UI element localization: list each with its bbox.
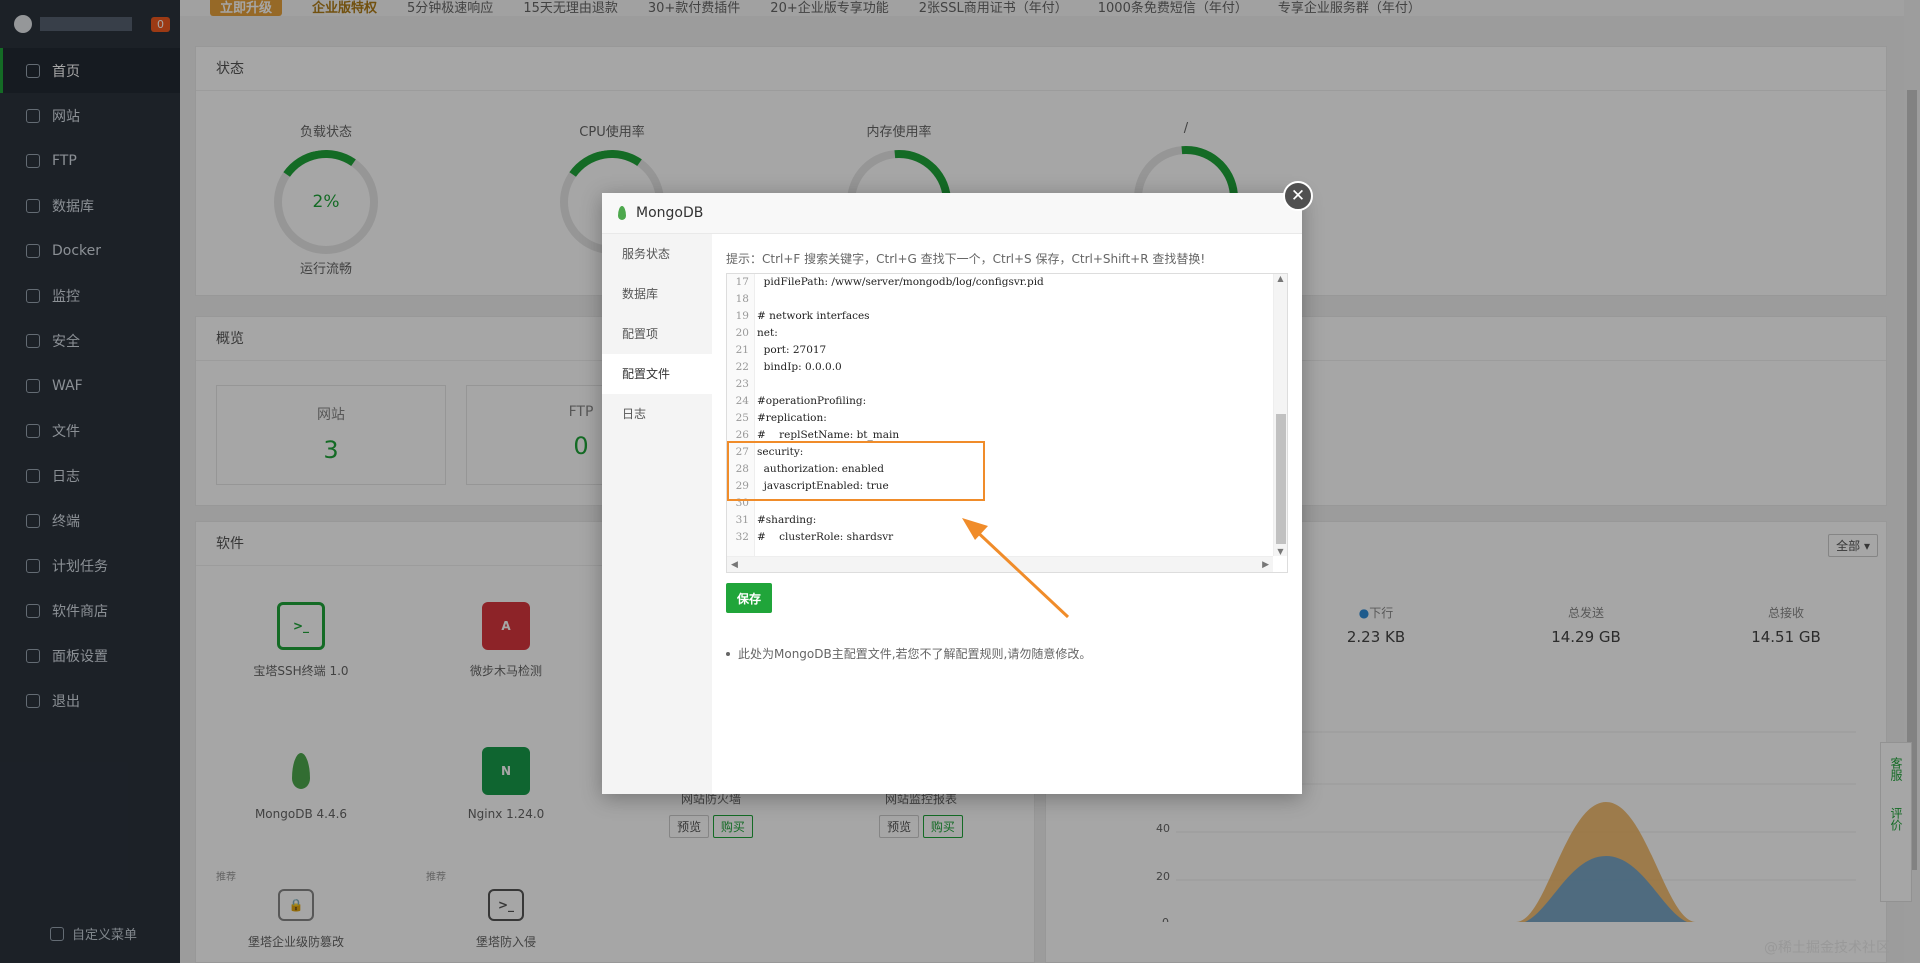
code-line[interactable]: 24 #operationProfiling:	[727, 393, 867, 410]
line-number: 31	[735, 514, 749, 526]
annotation-highlight-box	[727, 441, 985, 501]
nav-config-file[interactable]: 配置文件	[602, 354, 712, 394]
save-button[interactable]: 保存	[726, 583, 772, 613]
nav-config-items[interactable]: 配置项	[602, 314, 712, 354]
line-text: #sharding:	[757, 514, 817, 526]
line-text: # clusterRole: shardsvr	[757, 531, 894, 543]
code-line[interactable]: 18	[727, 291, 757, 308]
code-line[interactable]: 25 #replication:	[727, 410, 827, 427]
line-text: net:	[757, 327, 778, 339]
line-number: 20	[735, 327, 749, 339]
dialog-header: MongoDB	[602, 193, 1302, 234]
note-text: 此处为MongoDB主配置文件,若您不了解配置规则,请勿随意修改。	[738, 647, 1092, 661]
line-number: 22	[735, 361, 749, 373]
line-number: 23	[735, 378, 749, 390]
dialog-title: MongoDB	[636, 205, 704, 221]
nav-service-status[interactable]: 服务状态	[602, 234, 712, 274]
shortcut-tip: 提示：Ctrl+F 搜索关键字，Ctrl+G 查找下一个，Ctrl+S 保存，C…	[726, 252, 1206, 266]
editor-horizontal-scrollbar[interactable]: ◀ ▶	[727, 556, 1273, 572]
nav-database[interactable]: 数据库	[602, 274, 712, 314]
line-number: 24	[735, 395, 749, 407]
line-text: pidFilePath: /www/server/mongodb/log/con…	[757, 276, 1044, 288]
code-line[interactable]: 19 # network interfaces	[727, 308, 870, 325]
line-text: # network interfaces	[757, 310, 870, 322]
code-line[interactable]: 23	[727, 376, 757, 393]
scroll-down-icon[interactable]: ▼	[1274, 547, 1287, 556]
editor-vertical-scrollbar[interactable]: ▲ ▼	[1273, 274, 1287, 556]
line-number: 18	[735, 293, 749, 305]
code-line[interactable]: 20 net:	[727, 325, 778, 342]
mongodb-dialog: MongoDB ✕ 服务状态 数据库 配置项 配置文件 日志 提示：Ctrl+F…	[602, 181, 1313, 794]
code-line[interactable]: 31 #sharding:	[727, 512, 817, 529]
code-line[interactable]: 22 bindIp: 0.0.0.0	[727, 359, 842, 376]
mongodb-leaf-icon	[618, 206, 626, 220]
close-icon[interactable]: ✕	[1283, 181, 1313, 211]
line-number: 32	[735, 531, 749, 543]
line-number: 17	[735, 276, 749, 288]
code-line[interactable]: 17 pidFilePath: /www/server/mongodb/log/…	[727, 274, 1044, 291]
line-number: 21	[735, 344, 749, 356]
dialog-body: 提示：Ctrl+F 搜索关键字，Ctrl+G 查找下一个，Ctrl+S 保存，C…	[712, 234, 1302, 794]
line-text: #replication:	[757, 412, 827, 424]
editor-scroll-thumb[interactable]	[1276, 414, 1286, 544]
nav-logs[interactable]: 日志	[602, 394, 712, 434]
line-number: 19	[735, 310, 749, 322]
scroll-up-icon[interactable]: ▲	[1274, 274, 1287, 283]
bullet-icon	[726, 651, 730, 656]
line-number: 25	[735, 412, 749, 424]
line-text: #operationProfiling:	[757, 395, 867, 407]
watermark: @稀土掘金技术社区	[1764, 940, 1890, 956]
line-text: port: 27017	[757, 344, 827, 356]
config-note: 此处为MongoDB主配置文件,若您不了解配置规则,请勿随意修改。	[726, 645, 1288, 662]
scroll-right-icon[interactable]: ▶	[1262, 560, 1269, 570]
line-text: bindIp: 0.0.0.0	[757, 361, 842, 373]
code-line[interactable]: 21 port: 27017	[727, 342, 827, 359]
code-line[interactable]: 32 # clusterRole: shardsvr	[727, 529, 894, 546]
scroll-left-icon[interactable]: ◀	[731, 560, 738, 570]
dialog-nav: 服务状态 数据库 配置项 配置文件 日志	[602, 234, 712, 794]
config-editor[interactable]: 17 pidFilePath: /www/server/mongodb/log/…	[726, 273, 1288, 573]
